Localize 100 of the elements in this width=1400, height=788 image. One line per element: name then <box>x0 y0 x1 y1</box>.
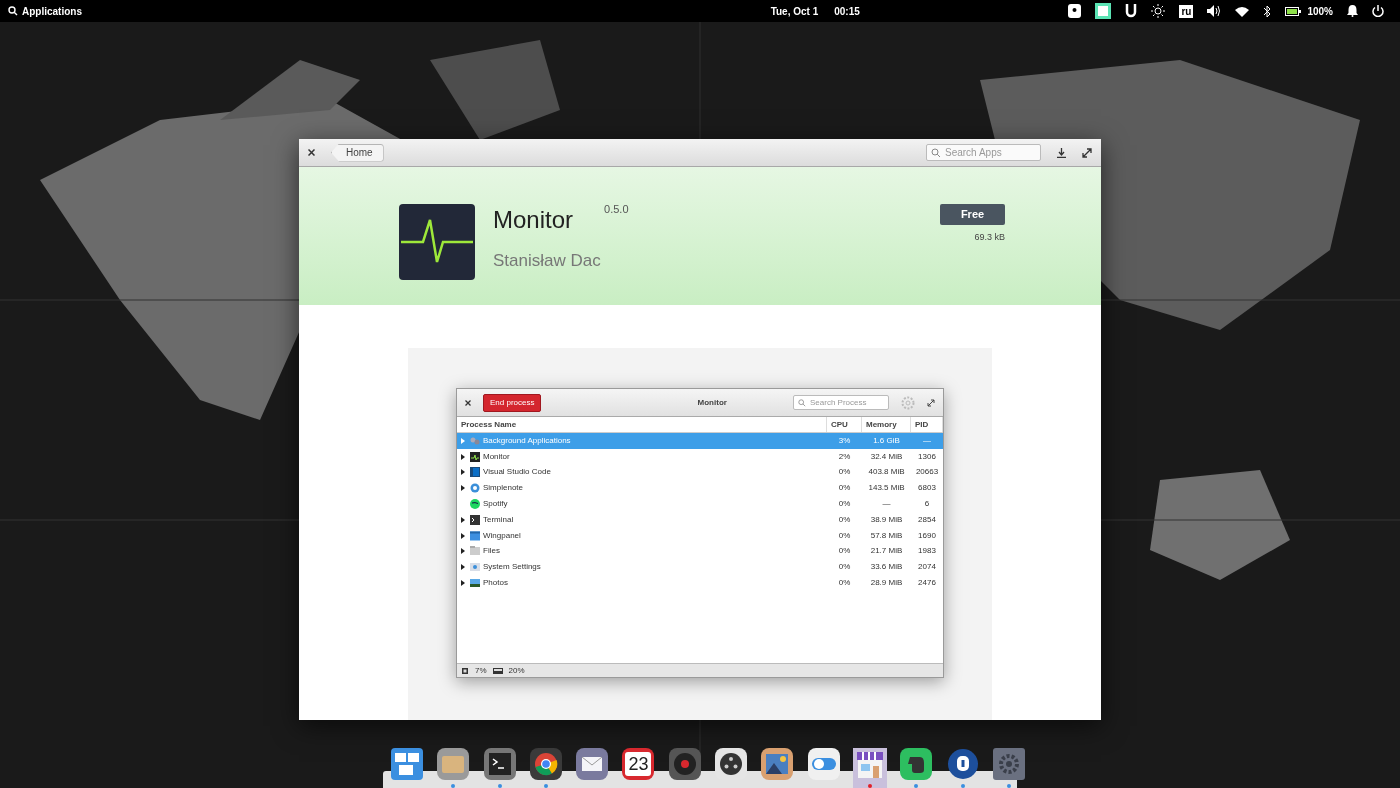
dock-item[interactable] <box>899 748 934 788</box>
mail-icon[interactable] <box>576 748 609 780</box>
process-row[interactable]: System Settings 0% 33.6 MiB 2074 <box>457 559 943 576</box>
process-row[interactable]: Photos 0% 28.9 MiB 2476 <box>457 575 943 591</box>
cpu-cell-text: 2% <box>837 450 852 463</box>
expander-icon[interactable] <box>461 580 465 587</box>
battery-percent: 100% <box>1307 4 1333 19</box>
pulse-icon <box>470 451 480 462</box>
column-header[interactable]: PID <box>911 417 943 432</box>
terminal-icon[interactable] <box>483 748 516 780</box>
calendar-icon[interactable]: 23 <box>622 748 655 780</box>
app-name: Monitor <box>493 205 574 235</box>
column-header[interactable]: CPU <box>827 417 862 432</box>
memory-cell-text: — <box>881 498 892 511</box>
memory-cell-text: 143.5 MiB <box>867 482 906 495</box>
folder-icon[interactable] <box>437 748 470 780</box>
keyboard-layout[interactable]: ru <box>1179 4 1194 18</box>
process-row[interactable]: Simplenote 0% 143.5 MiB 6803 <box>457 480 943 497</box>
image-icon[interactable] <box>761 748 794 780</box>
process-name: Spotify <box>483 498 508 511</box>
pid-cell-text: 1306 <box>917 450 937 463</box>
expander-icon[interactable] <box>461 548 465 555</box>
bluetooth-icon[interactable] <box>1263 4 1272 18</box>
process-row[interactable]: Wingpanel 0% 57.8 MiB 1690 <box>457 527 943 544</box>
pid-cell-text: 6803 <box>917 482 937 495</box>
maximize-icon[interactable] <box>1082 147 1092 158</box>
app-version: 0.5.0 <box>604 202 629 217</box>
close-icon[interactable] <box>465 399 471 406</box>
download-size: 69.3 kB <box>974 231 1005 244</box>
dock-item[interactable] <box>482 748 517 788</box>
free-button[interactable]: Free <box>940 204 1005 225</box>
window-title: Monitor <box>696 396 728 409</box>
cpu-cell-text: 0% <box>837 529 852 542</box>
process-name: Monitor <box>483 450 510 463</box>
power-icon[interactable] <box>1372 5 1384 17</box>
cpu-cell-text: 0% <box>837 466 852 479</box>
code-icon <box>470 467 480 478</box>
applications-menu[interactable]: Applications <box>8 3 82 19</box>
expander-icon[interactable] <box>461 516 465 523</box>
download-icon[interactable] <box>1057 147 1066 158</box>
window-icon <box>470 530 480 541</box>
process-name: Photos <box>483 577 508 590</box>
process-name: System Settings <box>483 561 541 574</box>
folder-icon <box>470 546 480 557</box>
dock-item[interactable]: 23 <box>621 748 656 788</box>
process-name: Simplenote <box>483 482 524 495</box>
expander-icon[interactable] <box>461 532 465 539</box>
cpu-cell-text: 0% <box>837 513 852 526</box>
pid-cell-text: 20663 <box>914 466 940 479</box>
memory-cell-text: 57.8 MiB <box>869 529 904 542</box>
expander-icon[interactable] <box>461 564 465 571</box>
back-button[interactable]: Home <box>331 143 384 162</box>
column-header[interactable]: Process Name <box>457 417 827 432</box>
toggle-icon[interactable] <box>807 748 840 780</box>
magnet-icon[interactable] <box>1125 4 1138 18</box>
process-row[interactable]: Monitor 2% 32.4 MiB 1306 <box>457 448 943 465</box>
memory-cell-text: 1.6 GiB <box>872 434 901 447</box>
volume-icon[interactable] <box>1207 5 1222 17</box>
gear-icon[interactable] <box>992 748 1025 780</box>
cpu-cell-text: 0% <box>837 561 852 574</box>
close-icon[interactable] <box>308 149 315 156</box>
memory-cell-text: 403.8 MiB <box>867 466 906 479</box>
wifi-icon[interactable] <box>1235 5 1250 17</box>
memory-cell-text: 21.7 MiB <box>869 545 904 558</box>
time-text[interactable]: 00:15 <box>834 3 860 19</box>
expander-icon[interactable] <box>461 485 465 492</box>
pid-cell-text: — <box>922 434 932 447</box>
square-icon[interactable] <box>1095 3 1112 19</box>
pulse-icon <box>399 204 475 280</box>
expander-icon[interactable] <box>461 453 465 460</box>
keyhole-icon[interactable] <box>946 748 979 780</box>
date-text[interactable]: Tue, Oct 1 <box>770 3 819 19</box>
record-icon[interactable] <box>668 748 701 780</box>
memory-cell-text: 32.4 MiB <box>869 450 904 463</box>
pid-cell-text: 2074 <box>917 561 937 574</box>
process-row[interactable]: Files 0% 21.7 MiB 1983 <box>457 543 943 560</box>
process-name: Background Applications <box>483 434 571 447</box>
dock-item[interactable] <box>436 748 471 788</box>
search-icon <box>798 398 806 407</box>
memory-cell-text: 38.9 MiB <box>869 513 904 526</box>
process-row[interactable]: Terminal 0% 38.9 MiB 2854 <box>457 512 943 528</box>
process-row[interactable]: Visual Studio Code 0% 403.8 MiB 20663 <box>457 464 943 481</box>
process-name: Visual Studio Code <box>483 466 551 479</box>
app-author: Stanisław Dac <box>493 250 602 272</box>
cpu-cell-text: 0% <box>837 498 852 511</box>
notification-icon[interactable] <box>1347 5 1358 17</box>
dock-item[interactable] <box>528 748 563 788</box>
circle-icon <box>470 499 480 510</box>
search-icon <box>8 6 18 16</box>
process-row[interactable]: Spotify 0% — 6 <box>457 496 943 512</box>
expander-icon[interactable] <box>461 469 465 476</box>
battery-icon[interactable] <box>1285 6 1302 16</box>
memory-cell-text: 28.9 MiB <box>869 577 904 590</box>
column-header[interactable]: Memory <box>862 417 911 432</box>
dock-item[interactable] <box>945 748 980 788</box>
maximize-icon[interactable] <box>927 398 935 407</box>
dock-item[interactable] <box>991 748 1026 788</box>
end-process-button[interactable]: End process <box>483 393 542 412</box>
browser-icon[interactable] <box>529 748 562 780</box>
brightness-icon[interactable] <box>1151 4 1166 18</box>
